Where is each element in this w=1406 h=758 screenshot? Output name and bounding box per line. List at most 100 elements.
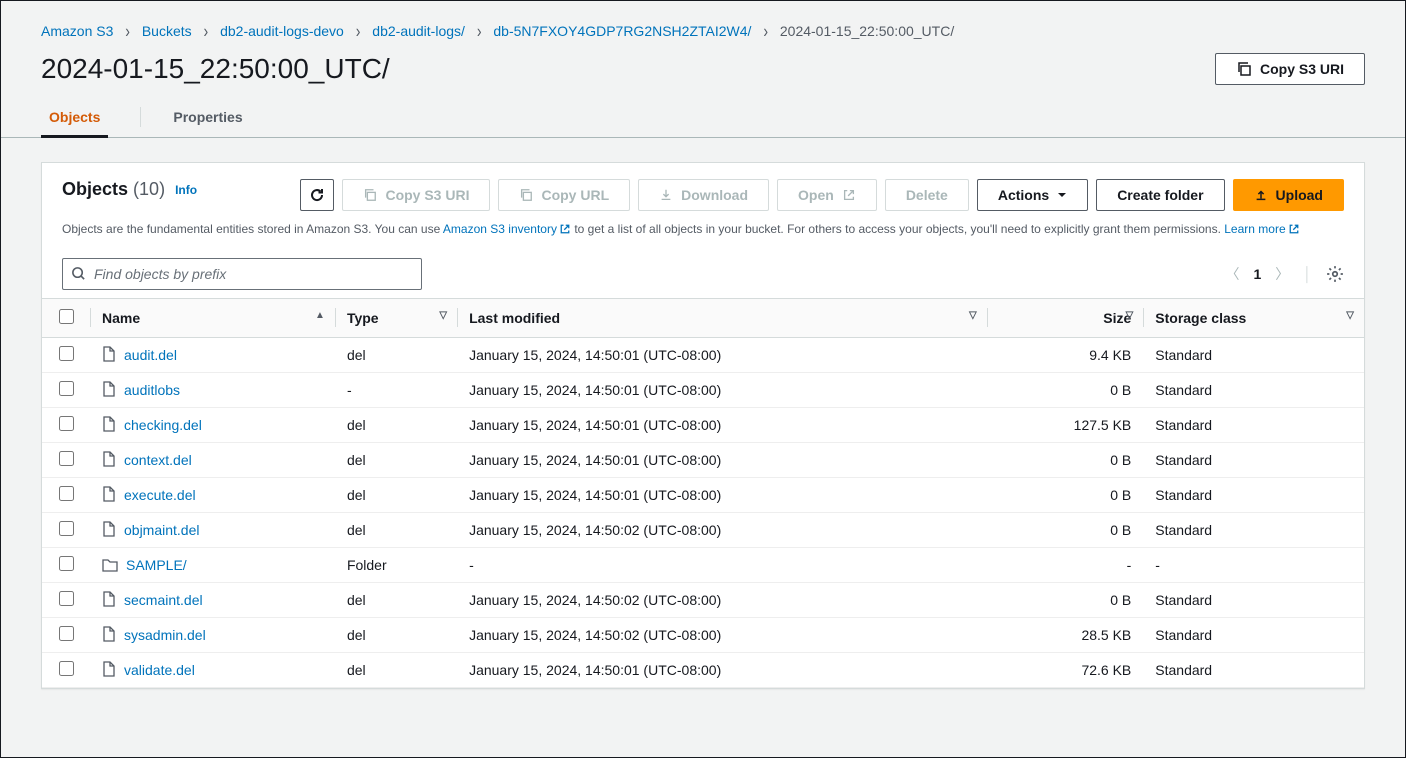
tab-objects[interactable]: Objects bbox=[41, 97, 108, 138]
prev-page-icon[interactable]: 〈 bbox=[1225, 264, 1239, 284]
breadcrumb-link[interactable]: db2-audit-logs/ bbox=[372, 23, 465, 39]
cell-modified: January 15, 2024, 14:50:01 (UTC-08:00) bbox=[457, 407, 987, 442]
row-checkbox[interactable] bbox=[59, 521, 74, 536]
panel-description: Objects are the fundamental entities sto… bbox=[42, 217, 1364, 250]
copy-s3-uri-button[interactable]: Copy S3 URI bbox=[1215, 53, 1365, 85]
actions-dropdown[interactable]: Actions bbox=[977, 179, 1088, 211]
refresh-icon bbox=[309, 187, 325, 203]
object-link[interactable]: context.del bbox=[124, 452, 192, 468]
download-button[interactable]: Download bbox=[638, 179, 769, 211]
cell-size: 0 B bbox=[987, 582, 1144, 617]
table-row: auditlobs-January 15, 2024, 14:50:01 (UT… bbox=[42, 372, 1364, 407]
cell-type: - bbox=[335, 372, 457, 407]
object-link[interactable]: secmaint.del bbox=[124, 592, 203, 608]
cell-storage: Standard bbox=[1143, 337, 1364, 372]
copy-s3-uri-button[interactable]: Copy S3 URI bbox=[342, 179, 490, 211]
file-icon bbox=[102, 381, 116, 397]
info-link[interactable]: Info bbox=[175, 183, 197, 197]
table-row: audit.deldelJanuary 15, 2024, 14:50:01 (… bbox=[42, 337, 1364, 372]
button-label: Upload bbox=[1276, 187, 1323, 203]
objects-panel: Objects (10) Info Copy S3 URI Copy URL D bbox=[41, 162, 1365, 689]
object-link[interactable]: SAMPLE/ bbox=[126, 557, 187, 573]
upload-icon bbox=[1254, 188, 1268, 202]
row-checkbox[interactable] bbox=[59, 661, 74, 676]
copy-icon bbox=[363, 188, 377, 202]
object-link[interactable]: sysadmin.del bbox=[124, 627, 206, 643]
cell-size: 0 B bbox=[987, 442, 1144, 477]
row-checkbox[interactable] bbox=[59, 556, 74, 571]
learn-more-link[interactable]: Learn more bbox=[1224, 222, 1299, 236]
select-all-checkbox[interactable] bbox=[59, 309, 74, 324]
copy-icon bbox=[1236, 61, 1252, 77]
breadcrumb-current: 2024-01-15_22:50:00_UTC/ bbox=[780, 23, 954, 39]
button-label: Copy S3 URI bbox=[385, 187, 469, 203]
row-checkbox[interactable] bbox=[59, 346, 74, 361]
button-label: Delete bbox=[906, 187, 948, 203]
caret-down-icon bbox=[1057, 190, 1067, 200]
button-label: Download bbox=[681, 187, 748, 203]
col-type[interactable]: Type▽ bbox=[335, 298, 457, 337]
search-box[interactable] bbox=[62, 258, 422, 290]
cell-size: - bbox=[987, 547, 1144, 582]
next-page-icon[interactable]: 〉 bbox=[1275, 264, 1289, 284]
object-link[interactable]: auditlobs bbox=[124, 382, 180, 398]
upload-button[interactable]: Upload bbox=[1233, 179, 1344, 211]
external-link-icon bbox=[559, 223, 571, 235]
row-checkbox[interactable] bbox=[59, 591, 74, 606]
row-checkbox[interactable] bbox=[59, 381, 74, 396]
chevron-right-icon: › bbox=[763, 21, 768, 42]
file-icon bbox=[102, 416, 116, 432]
tab-properties[interactable]: Properties bbox=[173, 97, 242, 137]
delete-button[interactable]: Delete bbox=[885, 179, 969, 211]
breadcrumb-link[interactable]: Amazon S3 bbox=[41, 23, 113, 39]
panel-heading-text: Objects bbox=[62, 179, 128, 199]
page-title: 2024-01-15_22:50:00_UTC/ bbox=[41, 53, 390, 85]
row-checkbox[interactable] bbox=[59, 416, 74, 431]
filter-icon: ▽ bbox=[1346, 310, 1354, 321]
object-link[interactable]: validate.del bbox=[124, 662, 195, 678]
file-icon bbox=[102, 451, 116, 467]
refresh-button[interactable] bbox=[300, 179, 334, 211]
row-checkbox[interactable] bbox=[59, 486, 74, 501]
desc-text: to get a list of all objects in your buc… bbox=[571, 222, 1224, 236]
object-link[interactable]: audit.del bbox=[124, 347, 177, 363]
breadcrumb-link[interactable]: db-5N7FXOY4GDP7RG2NSH2ZTAI2W4/ bbox=[493, 23, 751, 39]
object-link[interactable]: execute.del bbox=[124, 487, 196, 503]
object-link[interactable]: checking.del bbox=[124, 417, 202, 433]
table-row: execute.del delJanuary 15, 2024, 14:50:01… bbox=[42, 477, 1364, 512]
col-storage[interactable]: Storage class▽ bbox=[1143, 298, 1364, 337]
external-link-icon bbox=[842, 188, 856, 202]
page-number: 1 bbox=[1253, 266, 1261, 282]
cell-size: 9.4 KB bbox=[987, 337, 1144, 372]
download-icon bbox=[659, 188, 673, 202]
col-modified[interactable]: Last modified▽ bbox=[457, 298, 987, 337]
button-label: Create folder bbox=[1117, 187, 1203, 203]
create-folder-button[interactable]: Create folder bbox=[1096, 179, 1224, 211]
search-input[interactable] bbox=[94, 266, 413, 282]
gear-icon[interactable] bbox=[1326, 265, 1344, 283]
cell-modified: January 15, 2024, 14:50:01 (UTC-08:00) bbox=[457, 477, 987, 512]
cell-type: del bbox=[335, 477, 457, 512]
external-link-icon bbox=[1288, 223, 1300, 235]
object-link[interactable]: objmaint.del bbox=[124, 522, 200, 538]
cell-modified: January 15, 2024, 14:50:01 (UTC-08:00) bbox=[457, 337, 987, 372]
open-button[interactable]: Open bbox=[777, 179, 877, 211]
inventory-link[interactable]: Amazon S3 inventory bbox=[443, 222, 571, 236]
cell-type: del bbox=[335, 652, 457, 687]
file-icon bbox=[102, 626, 116, 642]
row-checkbox[interactable] bbox=[59, 626, 74, 641]
copy-url-button[interactable]: Copy URL bbox=[498, 179, 630, 211]
objects-table: Name▲ Type▽ Last modified▽ Size▽ Storage… bbox=[42, 298, 1364, 688]
breadcrumb-link[interactable]: db2-audit-logs-devo bbox=[220, 23, 344, 39]
cell-size: 28.5 KB bbox=[987, 617, 1144, 652]
cell-modified: January 15, 2024, 14:50:01 (UTC-08:00) bbox=[457, 652, 987, 687]
row-checkbox[interactable] bbox=[59, 451, 74, 466]
table-row: objmaint.deldelJanuary 15, 2024, 14:50:0… bbox=[42, 512, 1364, 547]
copy-icon bbox=[519, 188, 533, 202]
col-name[interactable]: Name▲ bbox=[90, 298, 335, 337]
cell-storage: Standard bbox=[1143, 477, 1364, 512]
col-size[interactable]: Size▽ bbox=[987, 298, 1144, 337]
button-label: Copy URL bbox=[541, 187, 609, 203]
breadcrumb-link[interactable]: Buckets bbox=[142, 23, 192, 39]
table-row: context.deldelJanuary 15, 2024, 14:50:01… bbox=[42, 442, 1364, 477]
